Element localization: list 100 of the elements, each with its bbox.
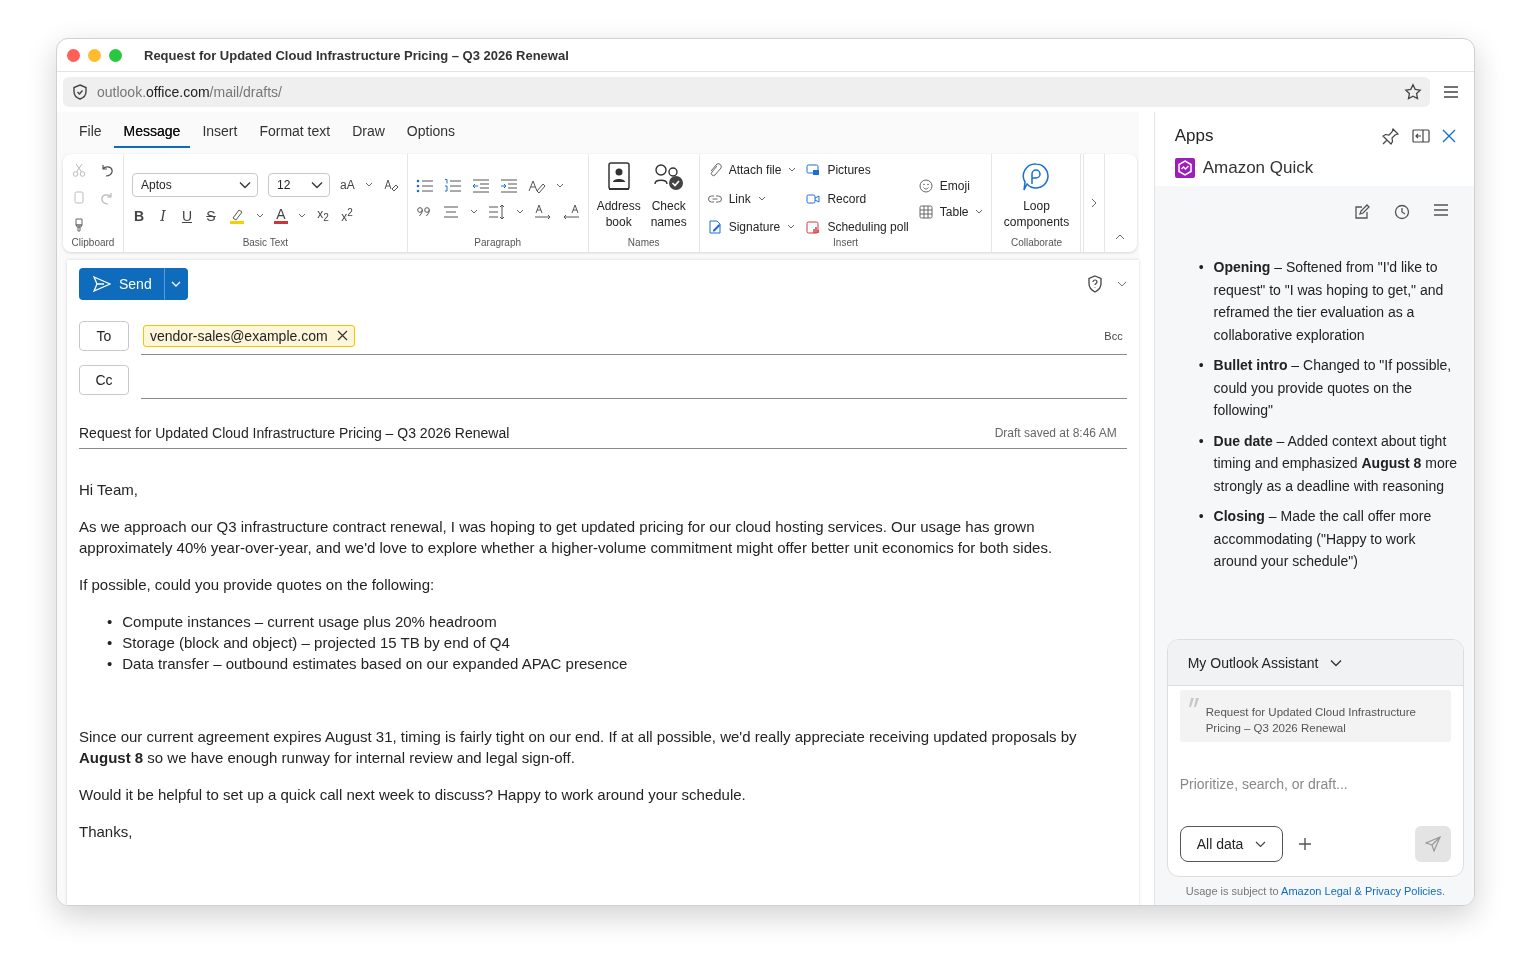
history-icon[interactable]: [1394, 204, 1410, 220]
menu-tab[interactable]: Draw: [342, 118, 395, 148]
loop-components-button[interactable]: Loop components: [1000, 162, 1073, 230]
window-title: Request for Updated Cloud Infrastructure Pricing – Q3 2026 Renewal: [144, 47, 569, 63]
menu-icon[interactable]: [1444, 86, 1458, 98]
loop-icon: [1021, 162, 1052, 192]
line-spacing-icon[interactable]: [487, 203, 506, 220]
bullet-item: Compute instances – current usage plus 20% headroom: [122, 612, 497, 632]
poll-chart-icon: [806, 220, 821, 234]
insert-button[interactable]: Signature: [707, 220, 797, 234]
font-color-button[interactable]: A: [274, 207, 288, 224]
insert-button[interactable]: Link: [707, 191, 797, 206]
panel-title: Apps: [1174, 126, 1215, 146]
insert-button[interactable]: Emoji: [918, 178, 984, 193]
recipient-chip[interactable]: vendor-sales@example.com: [143, 324, 355, 347]
superscript-button[interactable]: x$^{2}$: [340, 207, 354, 224]
group-label: Collaborate: [1010, 237, 1063, 248]
dock-panel-icon[interactable]: [1412, 128, 1430, 144]
body-paragraph: Thanks,: [79, 822, 134, 842]
font-dropdown[interactable]: Aptos: [132, 172, 258, 197]
bullet-marker: •: [107, 654, 113, 674]
group-label: Clipboard: [71, 237, 115, 248]
quote-icon[interactable]: [415, 204, 432, 219]
url-text: outlook.: [97, 84, 147, 100]
send-button[interactable]: Send: [79, 268, 164, 300]
chevron-down-icon: [311, 180, 323, 189]
bullet-marker: •: [1198, 356, 1204, 375]
change-summary-item: Opening – Softened from "I'd like to request" to "I was hoping to get," and reframed the tier evaluation as a collaborative exploration: [1213, 258, 1445, 345]
group-label: Insert: [833, 237, 859, 248]
subject-field[interactable]: Request for Updated Cloud Infrastructure Pricing – Q3 2026 Renewal: [79, 425, 510, 441]
close-icon[interactable]: [1442, 129, 1456, 143]
table-icon: [918, 204, 933, 219]
caret-icon[interactable]: [469, 208, 478, 215]
to-button[interactable]: To: [79, 321, 129, 351]
caret-icon[interactable]: [298, 212, 306, 219]
caret-icon[interactable]: [555, 182, 564, 189]
caret-icon[interactable]: [364, 181, 373, 188]
menu-tab[interactable]: Message: [113, 118, 191, 148]
caret-icon[interactable]: [515, 208, 524, 215]
usage-notice: Usage is subject to Amazon Legal & Privacy Policies.: [1184, 885, 1446, 897]
prompt-input-field[interactable]: Prioritize, search, or draft...: [1179, 772, 1451, 796]
chevron-down-icon: [171, 281, 182, 287]
emoji-icon: [918, 178, 933, 193]
chevron-down-icon: [1330, 658, 1343, 667]
group-label: Names: [627, 237, 660, 248]
text-style-button[interactable]: I: [156, 207, 170, 224]
left-to-right-icon[interactable]: [533, 203, 552, 220]
assistant-selector[interactable]: My Outlook Assistant: [1167, 640, 1463, 686]
group-label: Paragraph: [474, 237, 522, 248]
data-scope-dropdown[interactable]: All data: [1179, 826, 1284, 862]
caret-icon[interactable]: [1116, 281, 1127, 287]
body-paragraph: Since our current agreement expires August 31, timing is fairly tight on our end. If at all possible, we'd really appreciate receiving updated proposals by August 8 so we have enough runway for internal review and legal sign-off.: [79, 727, 1078, 768]
bullet-marker: •: [107, 633, 113, 653]
insert-button[interactable]: Record: [806, 191, 909, 206]
send-icon: [93, 276, 111, 292]
text-style-button[interactable]: B: [132, 207, 146, 224]
close-window-button[interactable]: [67, 48, 80, 62]
address-field[interactable]: outlook.office.com/mail/drafts/: [63, 77, 1430, 107]
sensitivity-shield-icon[interactable]: [1086, 275, 1103, 293]
right-to-left-icon[interactable]: [561, 203, 580, 220]
font-size-dropdown[interactable]: 12: [268, 172, 330, 197]
bullet-list-icon[interactable]: [415, 177, 434, 194]
menu-tab[interactable]: File: [69, 118, 112, 148]
contact-book-icon: [605, 162, 632, 192]
video-camera-icon: [806, 191, 821, 206]
menu-tab[interactable]: Format text: [249, 118, 341, 148]
check-names-button[interactable]: Check names: [646, 162, 691, 230]
menu-icon[interactable]: [1434, 204, 1448, 216]
text-style-button[interactable]: U: [180, 207, 194, 224]
body-paragraph: Would it be helpful to set up a quick call next week to discuss? Happy to work around your schedule.: [79, 785, 747, 805]
menu-tab[interactable]: Insert: [192, 118, 248, 148]
insert-button[interactable]: Table: [918, 204, 984, 219]
quote-mark-icon: [1187, 698, 1200, 707]
address-book-button[interactable]: Address book: [596, 162, 641, 230]
bcc-link[interactable]: Bcc: [1104, 329, 1123, 342]
signature-pen-icon: [707, 220, 722, 234]
app-name: Amazon Quick: [1202, 158, 1314, 178]
collapse-ribbon-icon[interactable]: [1114, 234, 1125, 240]
caret-icon[interactable]: [256, 212, 264, 219]
cc-button[interactable]: Cc: [79, 365, 129, 395]
url-text: /mail/drafts/: [209, 84, 282, 100]
text-style-button[interactable]: S: [204, 207, 218, 224]
insert-button[interactable]: Pictures: [806, 163, 909, 177]
undo-icon[interactable]: [99, 162, 115, 178]
url-text: office.com: [146, 84, 210, 100]
insert-button[interactable]: Attach file: [707, 163, 797, 177]
remove-icon[interactable]: [336, 330, 348, 341]
legal-policies-link[interactable]: Amazon Legal & Privacy Policies: [1281, 885, 1442, 897]
bookmark-star-icon[interactable]: [1404, 83, 1422, 101]
new-chat-icon[interactable]: [1354, 204, 1370, 220]
add-icon[interactable]: [1299, 838, 1312, 850]
menu-tab[interactable]: Options: [396, 118, 466, 148]
chevron-right-icon: [1091, 198, 1098, 208]
pin-icon[interactable]: [1382, 127, 1400, 145]
insert-button[interactable]: Scheduling poll: [806, 220, 909, 234]
body-paragraph: Hi Team,: [79, 480, 139, 500]
chevron-down-icon: [239, 180, 251, 189]
subscript-button[interactable]: x$_{2}$: [316, 207, 330, 224]
font-size-button[interactable]: aA: [340, 177, 355, 192]
draft-status: Draft saved at 8:46 AM: [994, 426, 1117, 440]
